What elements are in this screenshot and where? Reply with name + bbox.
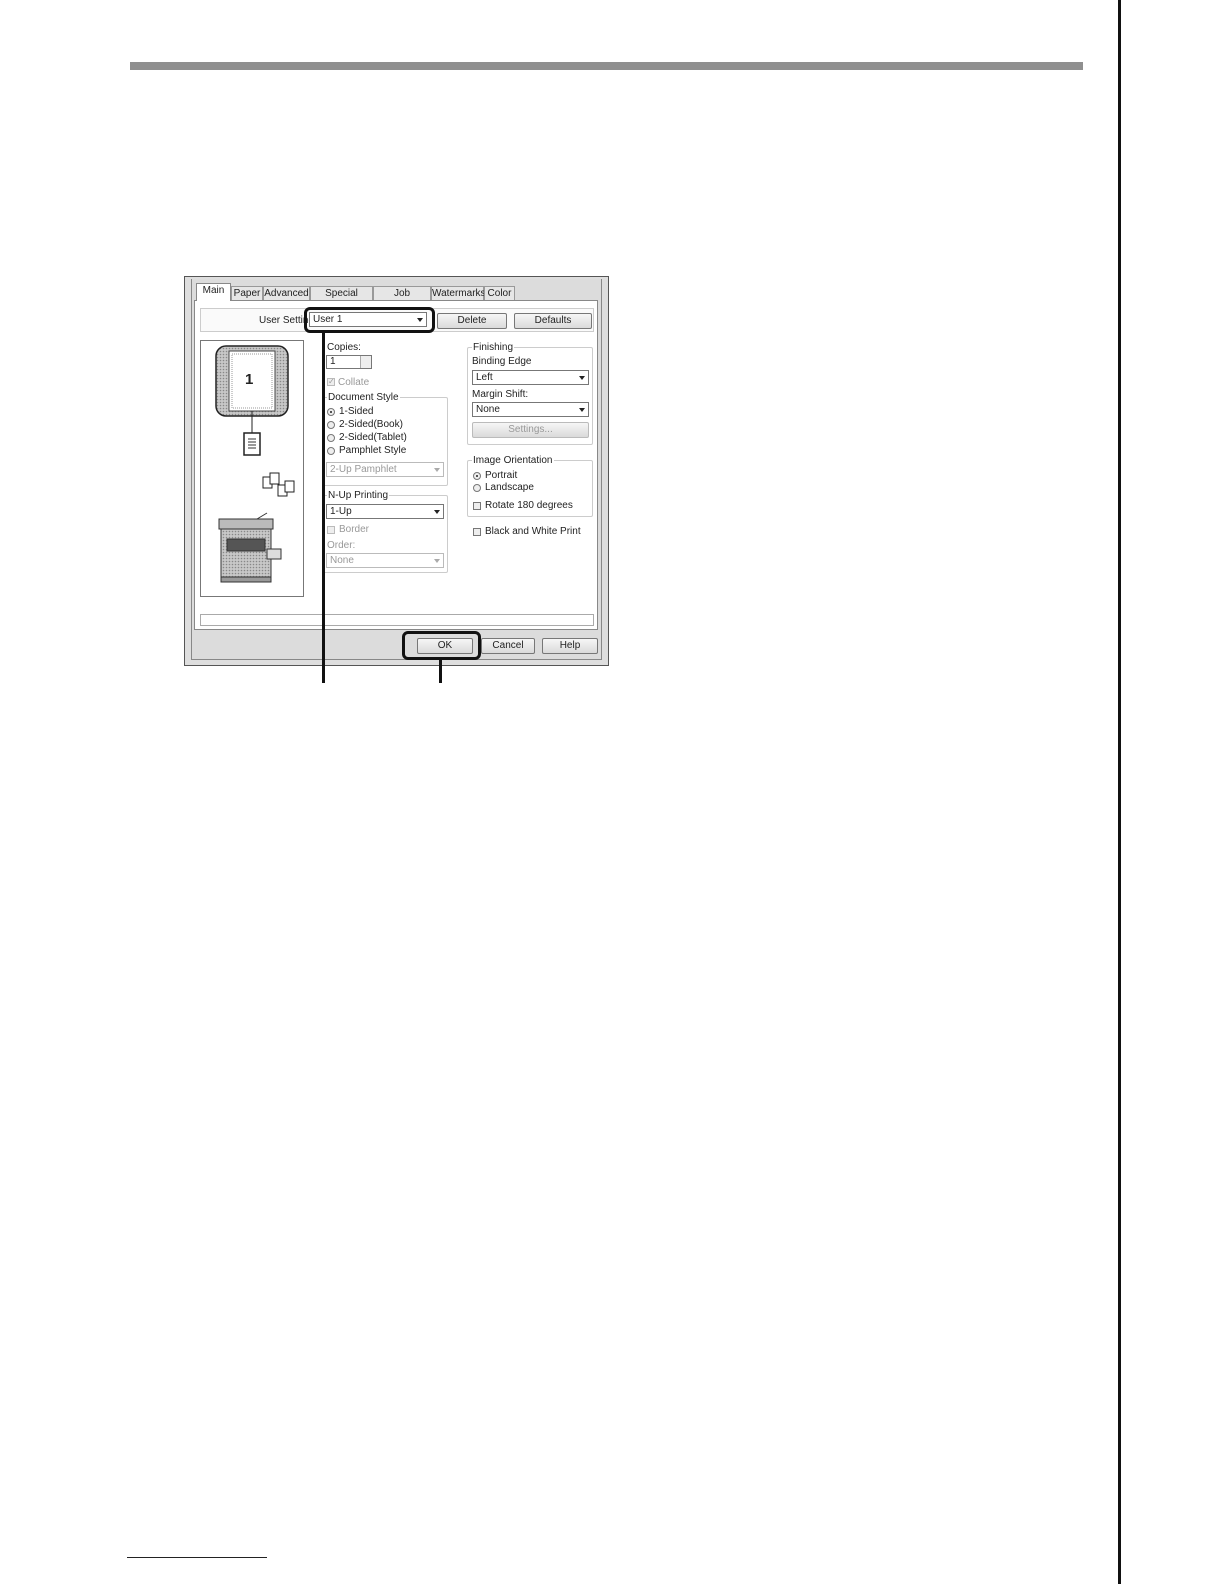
spinner-arrows-icon[interactable] <box>360 356 371 368</box>
radio-portrait[interactable] <box>473 472 481 480</box>
help-button[interactable]: Help <box>542 638 598 654</box>
chevron-down-icon <box>434 559 440 563</box>
n-up-label: N-Up Printing <box>327 490 390 501</box>
footer-rule <box>127 1557 267 1558</box>
header-rule <box>130 62 1083 70</box>
border-label: Border <box>339 524 370 535</box>
radio-2-sided-book[interactable] <box>327 421 335 429</box>
option-2-sided-book-label: 2-Sided(Book) <box>339 419 403 430</box>
tab-watermarks[interactable]: Watermarks <box>431 286 486 301</box>
user-setting-callout <box>304 307 435 333</box>
tab-advanced[interactable]: Advanced <box>263 286 310 301</box>
order-value: None <box>330 555 354 566</box>
black-white-print-checkbox[interactable] <box>473 528 481 536</box>
delete-button[interactable]: Delete <box>437 313 507 329</box>
margin-rule <box>1118 0 1121 1584</box>
copies-value: 1 <box>330 356 336 367</box>
radio-2-sided-tablet[interactable] <box>327 434 335 442</box>
tab-color[interactable]: Color <box>484 286 515 301</box>
n-up-select[interactable]: 1-Up <box>326 504 444 519</box>
chevron-down-icon <box>579 408 585 412</box>
copies-label: Copies: <box>327 342 361 353</box>
tab-paper[interactable]: Paper <box>231 286 263 301</box>
preview-page-number: 1 <box>245 371 254 388</box>
option-1-sided-label: 1-Sided <box>339 406 374 417</box>
chevron-down-icon <box>434 510 440 514</box>
margin-shift-value: None <box>476 404 500 415</box>
image-orientation-title: Image Orientation <box>472 455 554 466</box>
pamphlet-value: 2-Up Pamphlet <box>330 464 397 475</box>
callout-line-ok <box>439 660 442 683</box>
rotate-180-label: Rotate 180 degrees <box>485 500 573 511</box>
rotate-180-checkbox[interactable] <box>473 502 481 510</box>
binding-edge-select[interactable]: Left <box>472 370 589 385</box>
radio-pamphlet-style[interactable] <box>327 447 335 455</box>
status-bar <box>200 614 594 626</box>
margin-shift-select[interactable]: None <box>472 402 589 417</box>
binding-edge-value: Left <box>476 372 493 383</box>
collate-checkbox[interactable]: ✓ <box>327 378 335 386</box>
pamphlet-select[interactable]: 2-Up Pamphlet <box>326 462 444 477</box>
finishing-settings-button[interactable]: Settings... <box>472 422 589 438</box>
n-up-value: 1-Up <box>330 506 352 517</box>
border-checkbox[interactable] <box>327 526 335 534</box>
printer-icon <box>218 512 282 583</box>
order-label: Order: <box>327 540 356 551</box>
tab-main[interactable]: Main <box>196 283 231 301</box>
binding-edge-label: Binding Edge <box>472 356 532 367</box>
tab-job-handling[interactable]: Job Handling <box>373 286 431 313</box>
black-white-print-label: Black and White Print <box>485 526 581 537</box>
landscape-label: Landscape <box>485 482 534 493</box>
radio-1-sided[interactable] <box>327 408 335 416</box>
order-select[interactable]: None <box>326 553 444 568</box>
collate-label: Collate <box>338 377 370 388</box>
callout-line-user-setting <box>322 333 325 683</box>
document-style-title: Document Style <box>327 392 400 403</box>
chevron-down-icon <box>579 376 585 380</box>
tab-special-modes[interactable]: Special Modes <box>310 286 373 313</box>
cancel-button[interactable]: Cancel <box>481 638 535 654</box>
finishing-title: Finishing <box>472 342 515 353</box>
radio-landscape[interactable] <box>473 484 481 492</box>
portrait-label: Portrait <box>485 470 518 481</box>
margin-shift-label: Margin Shift: <box>472 389 529 400</box>
stacked-pages-icon <box>262 472 295 497</box>
ok-button-callout <box>402 631 481 660</box>
print-preview: 1 <box>200 340 304 597</box>
defaults-button[interactable]: Defaults <box>514 313 592 329</box>
option-pamphlet-style-label: Pamphlet Style <box>339 445 407 456</box>
option-2-sided-tablet-label: 2-Sided(Tablet) <box>339 432 407 443</box>
copies-spinner[interactable]: 1 <box>326 355 372 369</box>
chevron-down-icon <box>434 468 440 472</box>
